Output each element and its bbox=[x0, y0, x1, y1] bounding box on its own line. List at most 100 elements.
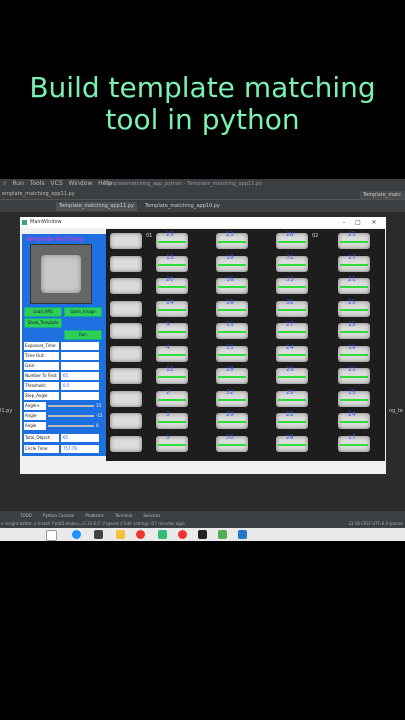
pycharm-icon[interactable] bbox=[198, 530, 207, 539]
editor-right-code: ng_te bbox=[386, 212, 405, 502]
detected-chip bbox=[110, 278, 142, 294]
editor-gutter: l1.py bbox=[0, 212, 20, 502]
match-id-label: 23 bbox=[348, 231, 356, 238]
menu-item-vcs[interactable]: VCS bbox=[51, 180, 63, 187]
editor-tab-app11[interactable]: Template_matching_app11.py bbox=[56, 202, 137, 211]
edge-icon[interactable] bbox=[72, 530, 81, 539]
field-label: Number To Find: bbox=[24, 372, 59, 380]
match-id-label: 24 bbox=[286, 343, 294, 351]
open-image-button[interactable]: Open_Image bbox=[64, 307, 102, 317]
field-label: Gain: bbox=[24, 362, 59, 370]
tool-tab-todo[interactable]: TODO bbox=[20, 513, 32, 518]
folder-icon[interactable] bbox=[116, 530, 125, 539]
search-icon[interactable] bbox=[46, 530, 57, 541]
match-id-label: 24 bbox=[348, 411, 356, 418]
editor-tab-bar: Template_matching_app11.py Template_matc… bbox=[0, 200, 405, 212]
template-chip-image bbox=[41, 255, 81, 293]
tool-tab-terminal[interactable]: Terminal bbox=[115, 513, 132, 518]
menu-item-window[interactable]: Window bbox=[69, 180, 93, 187]
maximize-icon[interactable]: □ bbox=[352, 217, 364, 228]
camera-icon[interactable] bbox=[94, 530, 103, 539]
minimize-icon[interactable]: – bbox=[338, 217, 350, 228]
match-box bbox=[158, 286, 186, 288]
match-id-label: 32 bbox=[286, 298, 294, 306]
tool-tab-problems[interactable]: Problems bbox=[85, 513, 103, 518]
gain-input[interactable] bbox=[61, 362, 99, 370]
match-box bbox=[218, 241, 246, 243]
result-image-canvas[interactable]: 01 25 13 20 14 9 4 12 2 3 5 23 19 16 18 15 33 28 32 29 30 02 2… bbox=[106, 229, 385, 461]
field-label: Step_Angle bbox=[24, 392, 59, 400]
match-id-label: 29 bbox=[286, 366, 294, 373]
chrome-icon-2[interactable] bbox=[178, 530, 187, 539]
match-box bbox=[278, 308, 306, 311]
detected-chip bbox=[110, 413, 142, 429]
breadcrumb-file[interactable]: emplate_matching_app11.py bbox=[2, 191, 75, 197]
close-icon[interactable]: ✕ bbox=[368, 217, 380, 228]
step-angle-input[interactable] bbox=[61, 392, 99, 400]
match-id-label: 32 bbox=[226, 388, 234, 396]
app-icon-green[interactable] bbox=[158, 530, 167, 539]
match-id-label: 33 bbox=[226, 343, 234, 351]
match-id-label: 25 bbox=[348, 298, 356, 306]
detected-chip bbox=[110, 345, 142, 362]
match-box bbox=[218, 308, 246, 311]
menu-item-run[interactable]: Run bbox=[12, 180, 24, 187]
slider-value: 0 bbox=[96, 423, 99, 428]
match-box bbox=[278, 443, 306, 446]
match-id-label: 19 bbox=[226, 253, 234, 261]
match-id-label: 30 bbox=[226, 433, 234, 441]
template-preview bbox=[30, 244, 92, 304]
field-label: Time Out: bbox=[24, 352, 59, 360]
match-box bbox=[218, 353, 246, 356]
editor-tab-app10[interactable]: Template_matching_app10.py bbox=[142, 202, 223, 211]
number-to-find-input[interactable]: 65 bbox=[61, 372, 99, 380]
match-id-label: 2 bbox=[166, 388, 170, 396]
code-fragment-right: ng_te bbox=[389, 408, 403, 414]
match-box bbox=[218, 331, 246, 333]
chrome-icon[interactable] bbox=[136, 530, 145, 539]
tool-tab-python-console[interactable]: Python Console bbox=[43, 513, 74, 518]
threshold-input[interactable]: 0.5 bbox=[61, 382, 99, 390]
menu-item[interactable]: r bbox=[4, 180, 6, 187]
match-box bbox=[278, 353, 306, 356]
run-button[interactable]: Run bbox=[64, 330, 102, 340]
slider-track[interactable] bbox=[48, 415, 94, 417]
run-config[interactable]: Template_matc bbox=[360, 191, 405, 199]
match-box bbox=[340, 331, 368, 333]
circle-time-label: Circle Time: bbox=[24, 445, 59, 453]
match-box bbox=[340, 443, 368, 446]
match-box bbox=[278, 263, 306, 266]
slider-track[interactable] bbox=[48, 425, 94, 427]
slider-label: Angle- bbox=[24, 412, 46, 420]
match-id-label: 25 bbox=[166, 231, 174, 238]
match-box bbox=[340, 241, 368, 243]
match-box bbox=[278, 286, 306, 288]
match-id-label: 19 bbox=[348, 343, 356, 351]
ide-breadcrumb: emplate_matching_app11.py bbox=[0, 189, 405, 200]
search-tool-icon[interactable] bbox=[218, 530, 227, 539]
match-box bbox=[218, 376, 246, 378]
match-box bbox=[158, 353, 186, 356]
python-app-icon[interactable] bbox=[238, 530, 247, 539]
match-id-label: 13 bbox=[166, 253, 174, 261]
slider-label: Angle+ bbox=[24, 402, 46, 410]
desktop-screenshot: r Run Tools VCS Window Help Templatematc… bbox=[0, 179, 405, 541]
slider-track[interactable] bbox=[48, 405, 94, 407]
match-box bbox=[278, 398, 306, 401]
time-out-input[interactable] bbox=[61, 352, 99, 360]
tool-tab-services[interactable]: Services bbox=[143, 513, 160, 518]
match-id-label: 29 bbox=[286, 388, 294, 396]
match-box bbox=[278, 241, 306, 243]
match-box bbox=[158, 331, 186, 333]
menu-item-tools[interactable]: Tools bbox=[30, 180, 45, 187]
exposure-time-input[interactable] bbox=[61, 342, 99, 350]
match-id-label: 22 bbox=[286, 411, 294, 418]
show-template-button[interactable]: Show_Template bbox=[24, 318, 62, 328]
match-id-label: 29 bbox=[226, 411, 234, 418]
match-box bbox=[278, 331, 306, 333]
load-img-button[interactable]: Load_IMG bbox=[24, 307, 62, 317]
app-icon bbox=[22, 220, 27, 225]
circle-time-value: 757.76 bbox=[61, 445, 99, 453]
ide-tool-tabs: TODO Python Console Problems Terminal Se… bbox=[0, 511, 405, 520]
match-box bbox=[218, 286, 246, 288]
